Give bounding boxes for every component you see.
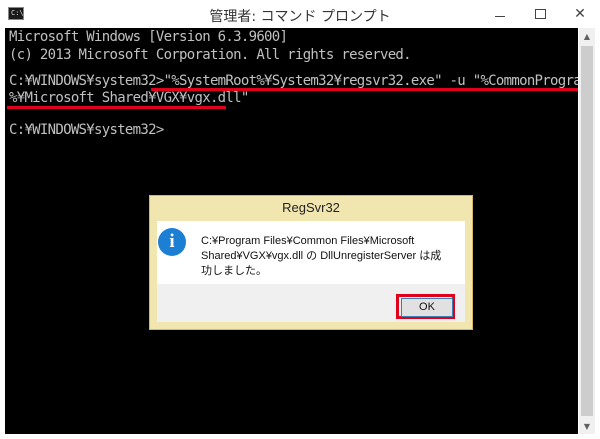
- info-icon: i: [158, 228, 186, 256]
- command-highlight-underline: [7, 106, 226, 109]
- dialog-message-line: C:¥Program Files¥Common Files¥Microsoft: [201, 235, 415, 247]
- close-button[interactable]: ✕: [560, 0, 600, 28]
- minimize-button[interactable]: [480, 0, 520, 28]
- maximize-icon: [534, 9, 546, 19]
- command-highlight-underline: [151, 88, 578, 91]
- dialog-message-line: Shared¥VGX¥vgx.dll の DllUnregisterServer…: [201, 250, 442, 262]
- dialog-title: RegSvr32: [282, 200, 340, 215]
- console-line: Microsoft Windows [Version 6.3.9600]: [9, 29, 288, 45]
- scrollbar-thumb[interactable]: [581, 46, 593, 416]
- dialog-message: C:¥Program Files¥Common Files¥Microsoft …: [201, 234, 463, 279]
- command-prompt-window: C:\ 管理者: コマンド プロンプト ✕ Microsoft Windows …: [0, 0, 600, 439]
- close-icon: ✕: [574, 6, 586, 22]
- title-bar[interactable]: C:\ 管理者: コマンド プロンプト ✕: [0, 0, 600, 28]
- vertical-scrollbar[interactable]: ▲ ▼: [579, 28, 595, 434]
- scroll-down-icon[interactable]: ▼: [579, 418, 595, 434]
- dialog-message-line: 功しました。: [201, 265, 267, 277]
- scroll-up-icon[interactable]: ▲: [579, 28, 595, 44]
- minimize-icon: [495, 15, 505, 17]
- console-command-continuation: %¥Microsoft Shared¥VGX¥vgx.dll": [9, 90, 249, 106]
- console-line: (c) 2013 Microsoft Corporation. All righ…: [9, 47, 412, 63]
- console-prompt-line: C:¥WINDOWS¥system32>: [9, 122, 164, 138]
- ok-button[interactable]: OK: [401, 298, 453, 317]
- maximize-button[interactable]: [520, 0, 560, 28]
